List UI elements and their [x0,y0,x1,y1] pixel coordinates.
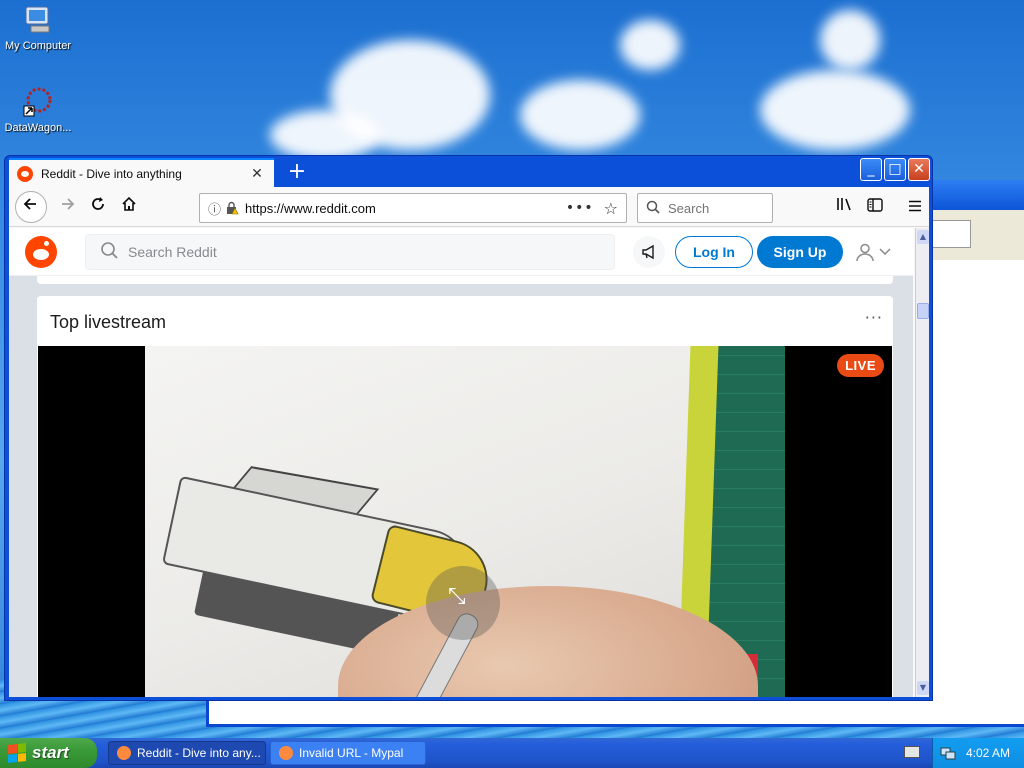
card-title: Top livestream [50,312,167,332]
search-placeholder: Search [668,200,710,216]
browser-icon [117,746,131,760]
arrow-left-icon [23,198,36,210]
page-actions-icon[interactable]: ••• [566,200,594,216]
tab-close-icon[interactable]: ✕ [248,166,266,182]
taskbar-item-reddit[interactable]: Reddit - Dive into any... [108,741,266,765]
back-button[interactable] [15,191,47,223]
taskbar: start Reddit - Dive into any... Invalid … [0,738,1024,768]
sidebar-button[interactable] [861,193,889,221]
library-icon [837,198,851,211]
browser-viewport: ⓘ https://www.reddit.com ••• ☆ Search Se… [9,187,929,697]
reddit-header: Search Reddit Log In Sign Up [9,228,913,276]
cloud [520,80,640,150]
reddit-search-input[interactable]: Search Reddit [85,234,615,270]
hamburger-menu-icon [909,200,921,212]
navigation-toolbar: ⓘ https://www.reddit.com ••• ☆ Search [9,187,929,227]
background-window-field[interactable] [927,220,971,248]
tab-reddit[interactable]: Reddit - Dive into anything ✕ [9,158,274,188]
cloud [620,20,680,70]
datawagon-icon [22,86,54,118]
windows-logo-icon [8,743,26,763]
expand-cursor[interactable]: ⤡ [426,566,500,640]
cloud [270,110,380,160]
chevron-down-icon [879,248,891,256]
page-content: Search Reddit Log In Sign Up Top livestr… [9,228,913,697]
home-icon [122,196,136,211]
search-icon [100,241,118,264]
megaphone-icon [642,244,654,260]
top-livestream-card[interactable]: Top livestream ··· ⤡ LIVE [37,296,893,697]
scroll-up-arrow-icon[interactable]: ▲ [917,230,929,244]
cloud [820,10,880,70]
system-tray: 4:02 AM [932,738,1024,768]
scrollbar-thumb[interactable] [917,303,929,319]
livestream-video[interactable]: ⤡ LIVE [38,346,892,697]
user-menu-button[interactable] [855,240,895,264]
window-controls: _ □ ✕ [860,158,930,181]
network-icon[interactable] [940,745,956,761]
taskbar-item-label: Invalid URL - Mypal [299,746,404,760]
page-scrollbar[interactable]: ▲ ▼ [915,228,929,697]
desktop-icon-my-computer[interactable]: My Computer [0,4,76,52]
firefox-window[interactable]: Reddit - Dive into anything ✕ + _ □ ✕ ⓘ [4,155,933,701]
clock[interactable]: 4:02 AM [966,746,1010,760]
desktop-icon-label: My Computer [4,40,72,52]
start-button[interactable]: start [0,738,97,768]
library-button[interactable] [831,193,859,221]
computer-icon [22,4,54,36]
desktop-icon-datawagon[interactable]: DataWagon... [0,86,76,134]
reload-button[interactable] [84,193,112,221]
taskbar-item-label: Reddit - Dive into any... [137,746,261,760]
expand-arrows-icon: ⤡ [448,584,466,609]
maximize-button[interactable]: □ [884,158,906,181]
home-button[interactable] [115,193,143,221]
reddit-logo-icon[interactable] [25,236,57,268]
scroll-down-arrow-icon[interactable]: ▼ [917,681,929,695]
info-icon[interactable]: ⓘ [208,199,221,218]
reload-icon [92,197,104,210]
browser-icon [279,746,293,760]
menu-button[interactable] [901,193,929,221]
arrow-right-icon [62,198,75,210]
tab-title: Reddit - Dive into anything [41,167,182,181]
forward-button[interactable] [53,193,81,221]
live-badge: LIVE [837,354,884,377]
close-button[interactable]: ✕ [908,158,930,181]
login-button[interactable]: Log In [675,236,753,268]
lock-warning-icon[interactable] [225,201,239,215]
desktop-icon-label: DataWagon... [4,122,72,134]
more-options-icon[interactable]: ··· [865,308,883,327]
signup-button[interactable]: Sign Up [757,236,843,268]
search-icon [646,200,660,217]
sidebar-icon [867,198,883,212]
minimize-button[interactable]: _ [860,158,882,181]
new-tab-button[interactable]: + [284,160,310,186]
search-bar[interactable]: Search [637,193,773,223]
tab-strip: Reddit - Dive into anything ✕ + [9,158,859,188]
url-text[interactable]: https://www.reddit.com [245,201,566,216]
keyboard-icon[interactable] [904,746,920,758]
previous-card-bottom [37,276,893,284]
cloud [760,70,910,150]
advertise-button[interactable] [633,236,665,268]
user-icon [856,243,874,262]
start-label: start [32,743,69,762]
taskbar-item-mypal[interactable]: Invalid URL - Mypal [270,741,426,765]
reddit-search-placeholder: Search Reddit [128,244,217,260]
bookmark-star-icon[interactable]: ☆ [604,199,618,218]
url-bar[interactable]: ⓘ https://www.reddit.com ••• ☆ [199,193,627,223]
reddit-favicon-icon [17,166,33,182]
